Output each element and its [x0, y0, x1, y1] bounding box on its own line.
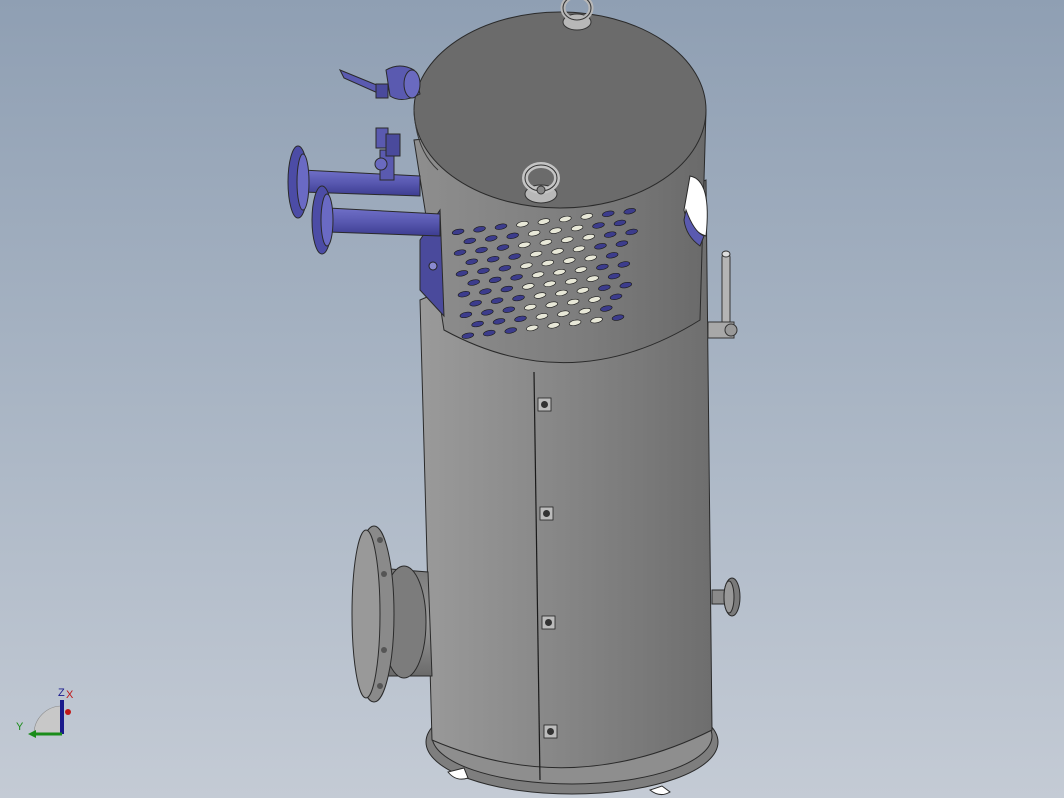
inlet-flange [351, 525, 395, 703]
seam-screw [543, 724, 558, 739]
level-gauge [707, 250, 738, 339]
graphics-viewport[interactable]: Z X Y [0, 0, 1064, 798]
orientation-triad[interactable]: Z X Y [14, 684, 78, 744]
z-axis-label: Z [58, 687, 65, 699]
needle-valve [374, 127, 401, 181]
vessel-model[interactable] [0, 0, 1064, 798]
seam-screw [539, 506, 554, 521]
ball-valve-top [338, 65, 421, 100]
lifting-eye-top [560, 0, 594, 31]
top-cap[interactable] [413, 11, 707, 209]
y-axis-arrow [28, 730, 36, 738]
seam-screw [537, 397, 552, 412]
side-valve [711, 577, 741, 617]
pipe-flange-upper [287, 145, 310, 219]
x-axis-label: X [66, 689, 74, 701]
outlet-pipe-lower [327, 207, 441, 237]
pipe-flange-lower [311, 185, 334, 255]
y-axis-label: Y [16, 721, 24, 733]
x-axis [65, 709, 71, 715]
seam-screw [541, 615, 556, 630]
triad-plane [33, 705, 63, 735]
